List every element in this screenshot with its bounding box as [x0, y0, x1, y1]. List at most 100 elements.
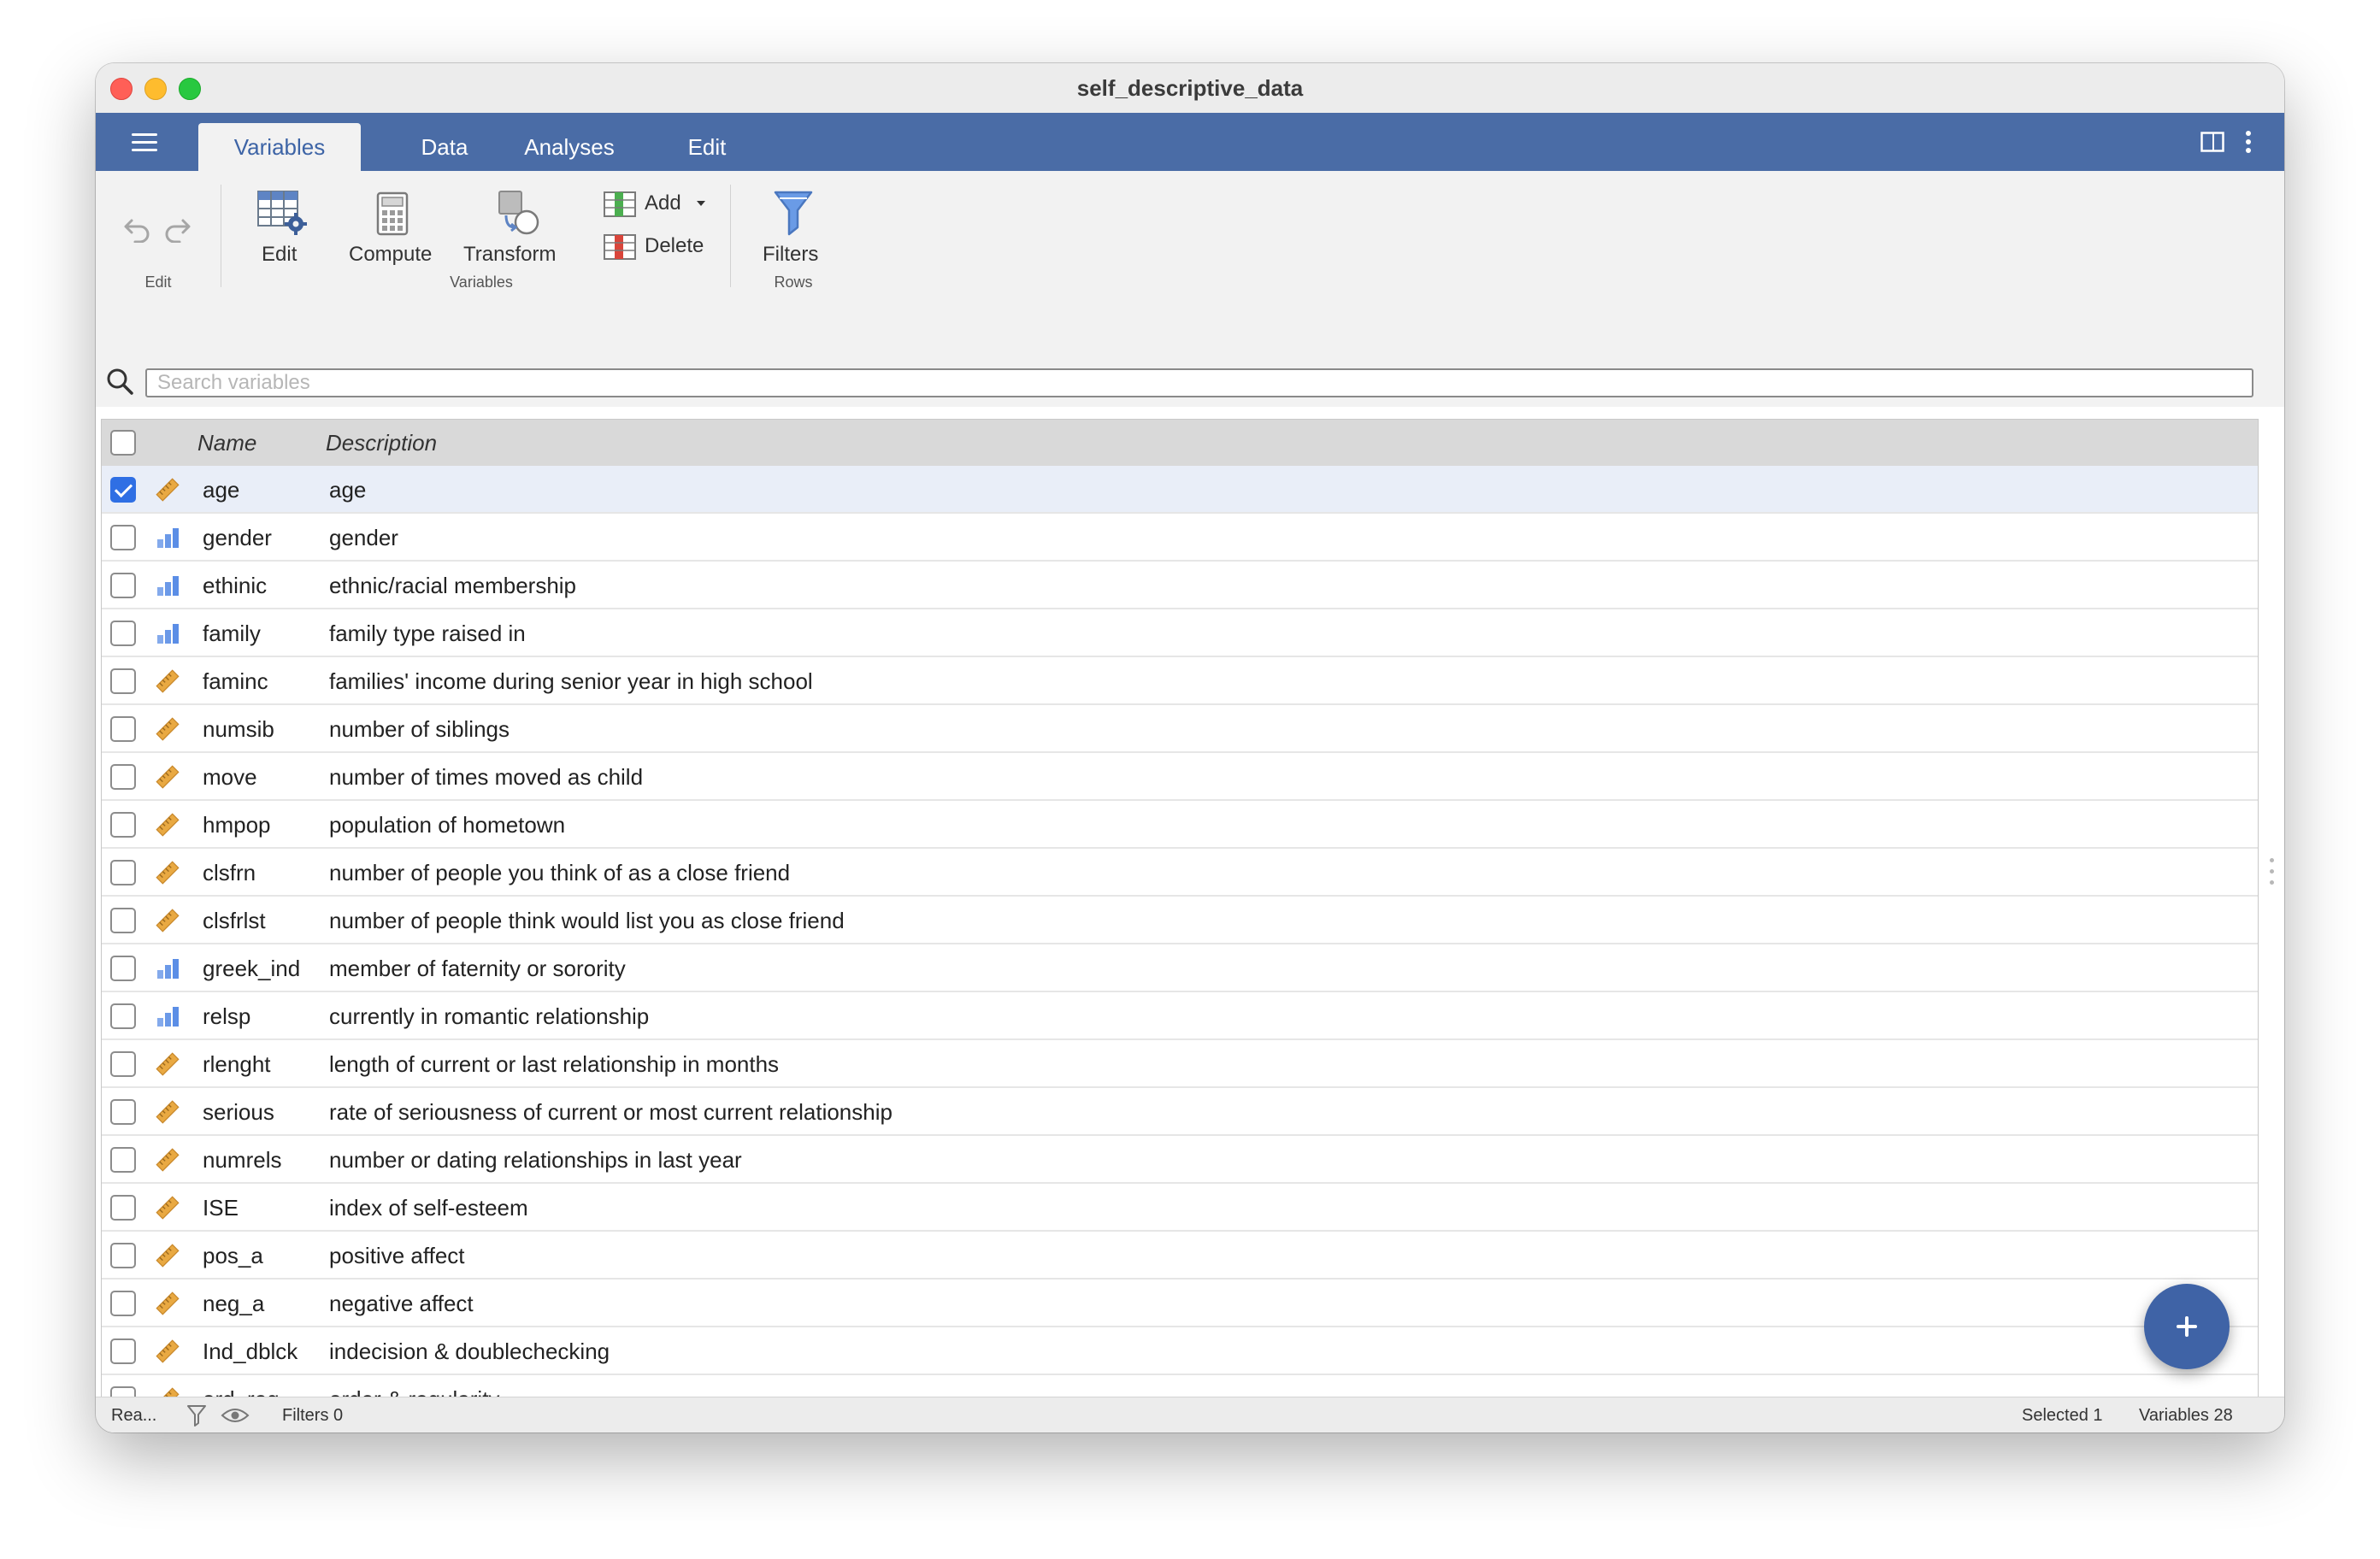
row-checkbox[interactable]: [110, 1195, 136, 1221]
table-row[interactable]: clsfrlst number of people think would lis…: [102, 897, 2258, 944]
transform-button[interactable]: Transform: [463, 190, 566, 266]
search-icon: [107, 368, 133, 395]
more-options-icon[interactable]: [2245, 130, 2252, 158]
tab-data[interactable]: Data: [395, 123, 494, 171]
variable-description: population of hometown: [329, 812, 566, 838]
redo-icon[interactable]: [162, 217, 191, 247]
variable-name: ISE: [203, 1195, 239, 1221]
compute-button-label: Compute: [349, 243, 433, 266]
filter-status-icon[interactable]: [186, 1404, 207, 1427]
split-view-icon[interactable]: [2200, 132, 2224, 156]
bar-chart-icon: [157, 624, 179, 644]
hamburger-icon[interactable]: [132, 132, 159, 152]
table-row[interactable]: Ind_dblck indecision & doublechecking: [102, 1327, 2258, 1375]
panel-resize-handle[interactable]: [2270, 858, 2275, 887]
row-checkbox[interactable]: [110, 525, 136, 550]
row-checkbox[interactable]: [110, 956, 136, 981]
variable-description: families' income during senior year in h…: [329, 668, 813, 694]
table-row[interactable]: age age: [102, 466, 2258, 514]
table-row[interactable]: rlenght length of current or last relatio…: [102, 1040, 2258, 1088]
variable-name: serious: [203, 1099, 274, 1125]
variables-group-label: Variables: [450, 274, 513, 291]
table-row[interactable]: family family type raised in: [102, 609, 2258, 657]
variable-name: neg_a: [203, 1291, 265, 1316]
variable-description: negative affect: [329, 1291, 474, 1316]
ruler-icon: [156, 813, 180, 837]
ruler-icon: [156, 861, 180, 885]
variable-description: index of self-esteem: [329, 1195, 528, 1221]
transform-button-label: Transform: [463, 243, 557, 266]
row-checkbox[interactable]: [110, 860, 136, 885]
table-row[interactable]: ISE index of self-esteem: [102, 1184, 2258, 1232]
tab-edit[interactable]: Edit: [660, 123, 754, 171]
ruler-icon: [156, 1244, 180, 1268]
table-row[interactable]: serious rate of seriousness of current or…: [102, 1088, 2258, 1136]
row-checkbox[interactable]: [110, 1338, 136, 1364]
table-row[interactable]: relsp currently in romantic relationship: [102, 992, 2258, 1040]
variable-name: family: [203, 621, 261, 646]
bar-chart-icon: [157, 1007, 179, 1027]
row-checkbox[interactable]: [110, 477, 136, 503]
ruler-icon: [156, 765, 180, 789]
variable-name: ethinic: [203, 573, 268, 598]
row-checkbox[interactable]: [110, 1291, 136, 1316]
filter-funnel-icon: [774, 191, 813, 236]
variable-description: family type raised in: [329, 621, 526, 646]
edit-variable-button[interactable]: Edit: [253, 190, 313, 266]
row-checkbox[interactable]: [110, 716, 136, 742]
variable-name: gender: [203, 525, 272, 550]
variable-name: move: [203, 764, 257, 790]
compute-button[interactable]: Compute: [347, 190, 436, 266]
eye-icon[interactable]: [221, 1407, 250, 1424]
add-variable-button[interactable]: Add: [604, 188, 713, 221]
table-row[interactable]: move number of times moved as child: [102, 753, 2258, 801]
row-checkbox[interactable]: [110, 668, 136, 694]
table-row[interactable]: neg_a negative affect: [102, 1280, 2258, 1327]
row-checkbox[interactable]: [110, 1243, 136, 1268]
table-row[interactable]: hmpop population of hometown: [102, 801, 2258, 849]
undo-icon[interactable]: [123, 217, 152, 247]
variable-description: age: [329, 477, 367, 503]
add-column-icon: [604, 191, 636, 217]
delete-button-label: Delete: [645, 234, 704, 257]
filters-button-label: Filters: [763, 243, 819, 266]
table-row[interactable]: gender gender: [102, 514, 2258, 562]
row-checkbox[interactable]: [110, 1051, 136, 1077]
tab-variables[interactable]: Variables: [198, 123, 361, 171]
variable-description: indecision & doublechecking: [329, 1338, 610, 1364]
row-checkbox[interactable]: [110, 812, 136, 838]
select-all-checkbox[interactable]: [110, 430, 136, 456]
row-checkbox[interactable]: [110, 573, 136, 598]
search-variables-input[interactable]: [145, 368, 2253, 397]
column-header-description[interactable]: Description: [326, 420, 437, 466]
table-row[interactable]: faminc families' income during senior yea…: [102, 657, 2258, 705]
row-checkbox[interactable]: [110, 1147, 136, 1173]
table-row[interactable]: clsfrn number of people you think of as a…: [102, 849, 2258, 897]
table-row[interactable]: numsib number of siblings: [102, 705, 2258, 753]
variables-table: Name Description age age gender gender ethin…: [101, 419, 2259, 1433]
table-row[interactable]: pos_a positive affect: [102, 1232, 2258, 1280]
table-row[interactable]: greek_ind member of faternity or sorority: [102, 944, 2258, 992]
table-row[interactable]: ethinic ethnic/racial membership: [102, 562, 2258, 609]
status-filters: Filters 0: [282, 1406, 344, 1425]
ruler-icon: [156, 909, 180, 932]
filters-button[interactable]: Filters: [759, 190, 828, 266]
row-checkbox[interactable]: [110, 621, 136, 646]
table-row[interactable]: numrels number or dating relationships in…: [102, 1136, 2258, 1184]
add-fab-button[interactable]: [2144, 1284, 2230, 1369]
status-variables: Variables 28: [2139, 1406, 2233, 1425]
variable-name: hmpop: [203, 812, 271, 838]
column-header-name[interactable]: Name: [197, 420, 256, 466]
ribbon-divider: [730, 185, 731, 287]
ruler-icon: [156, 1339, 180, 1363]
row-checkbox[interactable]: [110, 1003, 136, 1029]
tab-analyses[interactable]: Analyses: [498, 123, 641, 171]
row-checkbox[interactable]: [110, 1099, 136, 1125]
row-checkbox[interactable]: [110, 764, 136, 790]
variable-name: clsfrn: [203, 860, 256, 885]
status-selected: Selected 1: [2022, 1406, 2103, 1425]
ruler-icon: [156, 669, 180, 693]
row-checkbox[interactable]: [110, 908, 136, 933]
variable-description: length of current or last relationship i…: [329, 1051, 780, 1077]
delete-variable-button[interactable]: Delete: [604, 231, 713, 263]
